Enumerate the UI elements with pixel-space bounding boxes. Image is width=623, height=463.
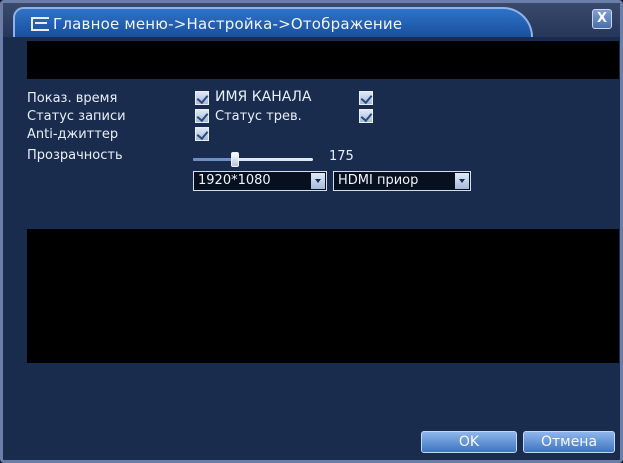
close-button[interactable]: X [592,9,612,29]
alarm-status-label: Статус трев. [215,109,302,124]
window-title: Главное меню->Настройка->Отображение [53,15,403,33]
transparency-label: Прозрачность [27,148,123,163]
show-time-label: Показ. время [27,91,118,106]
resolution-select[interactable]: 1920*1080 [193,171,327,191]
output-priority-select[interactable]: HDMI приор [333,171,471,191]
transparency-value: 175 [329,149,354,164]
alarm-status-checkbox[interactable] [359,109,373,123]
menu-icon [31,17,49,31]
anti-jitter-checkbox[interactable] [195,127,209,141]
cancel-button[interactable]: Отмена [523,431,615,453]
resolution-select-value: 1920*1080 [198,173,271,188]
output-priority-select-value: HDMI приор [338,173,419,188]
ok-button[interactable]: OK [421,431,517,453]
channel-name-checkbox[interactable] [359,91,373,105]
transparency-slider-fill [193,158,235,161]
title-bar: Главное меню->Настройка->Отображение X [3,3,620,37]
transparency-slider-thumb[interactable] [231,152,239,167]
show-time-checkbox[interactable] [195,91,209,105]
anti-jitter-label: Anti-джиттер [27,127,119,142]
chevron-down-icon[interactable] [455,173,469,189]
record-status-checkbox[interactable] [195,109,209,123]
channel-name-label: ИМЯ КАНАЛА [215,89,312,105]
transparency-slider[interactable] [193,152,313,167]
title-tab: Главное меню->Настройка->Отображение [13,7,533,37]
display-settings-window: Главное меню->Настройка->Отображение X П… [0,0,623,463]
record-status-label: Статус записи [27,109,126,124]
chevron-down-icon[interactable] [311,173,325,189]
